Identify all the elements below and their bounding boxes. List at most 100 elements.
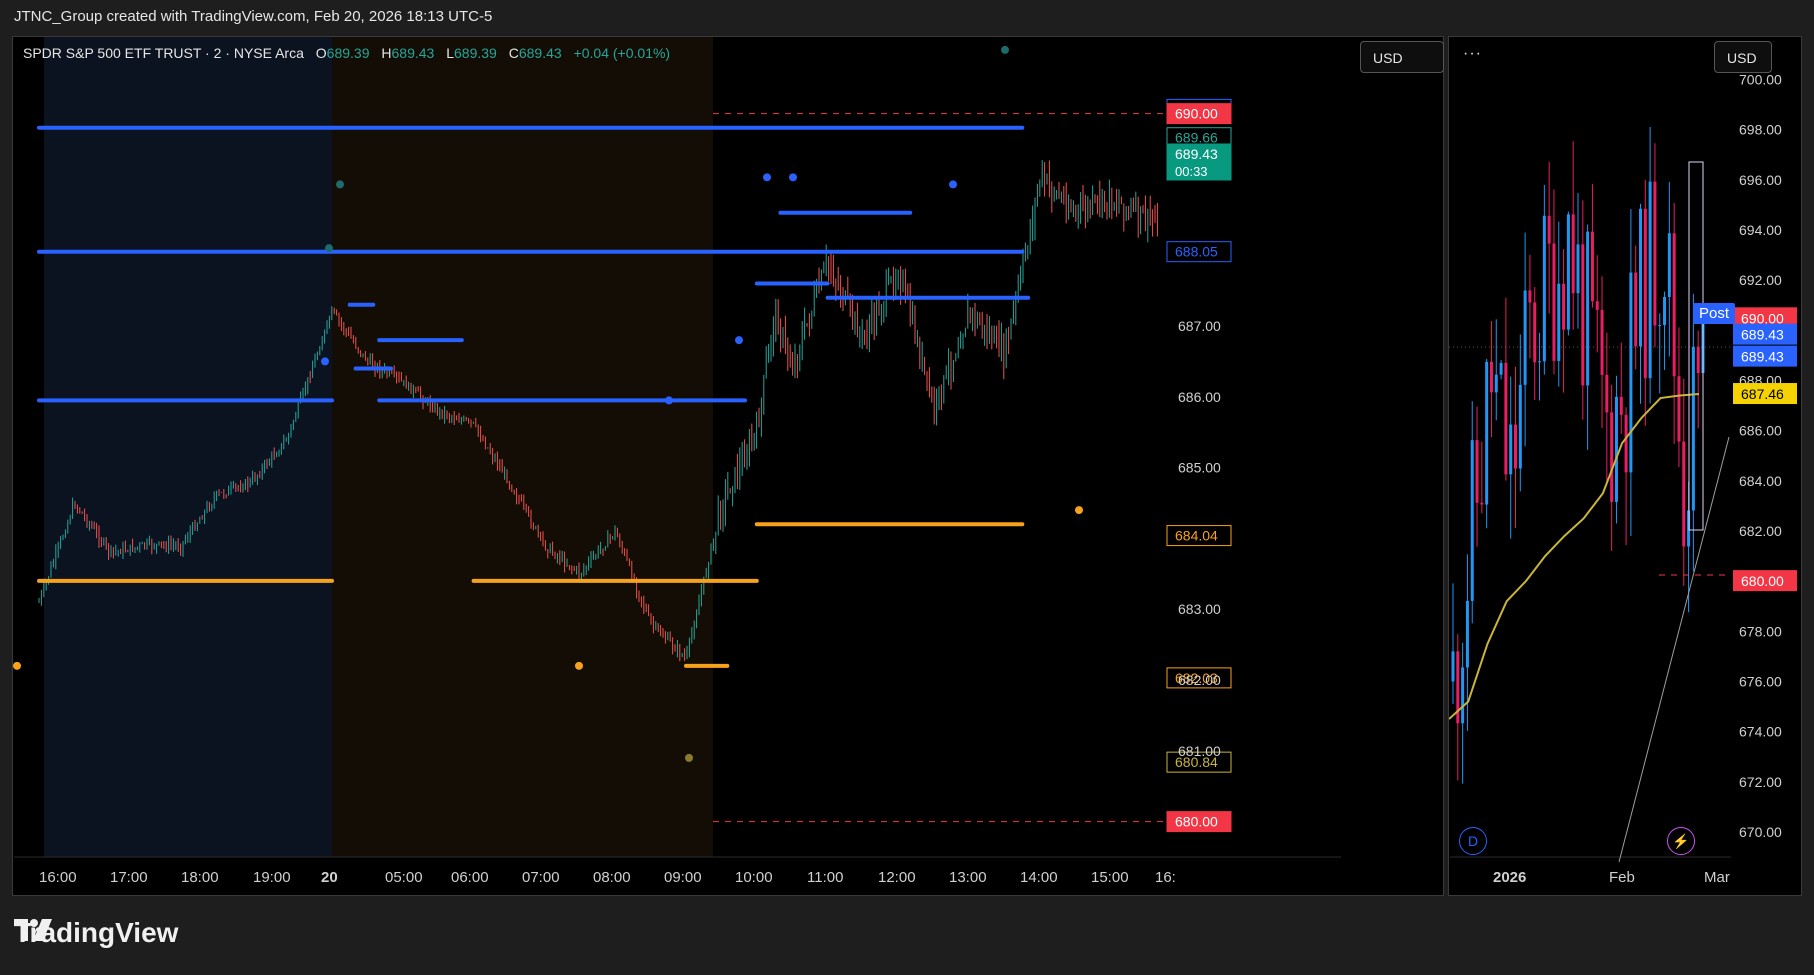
dividend-badge[interactable]: D	[1459, 827, 1487, 855]
y-tick-label: 686.00	[1739, 423, 1782, 439]
close-value: 689.43	[518, 45, 562, 61]
daily-candle-body	[1667, 233, 1671, 297]
daily-candle-body	[1461, 667, 1465, 724]
daily-candle-body	[1677, 376, 1681, 442]
daily-candle-body	[1576, 244, 1580, 294]
daily-candle-body	[1663, 296, 1667, 325]
low-value: 689.39	[454, 45, 497, 61]
x-tick-label: 07:00	[522, 869, 560, 886]
intraday-chart-panel[interactable]: 690.06690.00689.66689.4300:33688.05684.0…	[12, 36, 1444, 896]
y-tick-label: 696.00	[1739, 172, 1782, 188]
high-value: 689.43	[391, 45, 435, 61]
pre-market-session-bg	[332, 37, 713, 857]
price-label-box[interactable]: 680.00	[1733, 570, 1797, 592]
daily-candle-body	[1648, 181, 1652, 379]
y-tick-label: 682.00	[1739, 523, 1782, 539]
daily-candle-body	[1562, 283, 1566, 330]
price-level-box[interactable]: 690.00	[1166, 103, 1232, 125]
trend-line[interactable]	[1618, 436, 1730, 863]
post-market-tag: Post	[1693, 303, 1736, 324]
indicator-dot	[665, 396, 673, 405]
daily-candle-body	[1470, 440, 1474, 601]
y-tick-label: 687.00	[1178, 318, 1221, 334]
flash-badge[interactable]: ⚡	[1667, 827, 1695, 855]
daily-candle-body	[1639, 208, 1642, 347]
indicator-dot	[1001, 45, 1009, 54]
x-tick-label: 08:00	[593, 869, 631, 886]
daily-candle-body	[1480, 502, 1484, 505]
range-box[interactable]	[1688, 161, 1704, 531]
indicator-dot	[763, 173, 771, 182]
chart-caption: JTNC_Group created with TradingView.com,…	[14, 8, 493, 25]
daily-candle-body	[1691, 346, 1695, 511]
daily-candle-body	[1614, 396, 1618, 502]
price-label-box[interactable]: 689.43	[1733, 345, 1797, 367]
daily-candle-body	[1465, 600, 1469, 668]
price-level-box[interactable]: 684.04	[1166, 525, 1232, 547]
price-level-box[interactable]: 680.00	[1166, 811, 1232, 833]
daily-candle-body	[1504, 362, 1508, 475]
daily-candle-body	[1489, 361, 1493, 393]
y-tick-label: 674.00	[1739, 724, 1782, 740]
daily-candle-body	[1610, 412, 1614, 502]
x-tick-label: 14:00	[1020, 869, 1058, 886]
y-tick-label: 684.00	[1739, 473, 1782, 489]
price-label-box[interactable]: 687.46	[1733, 383, 1797, 405]
daily-candle-body	[1590, 231, 1594, 302]
daily-candle-body	[1586, 231, 1590, 386]
daily-chart-panel[interactable]: 700.00 698.00 696.00 694.00 692.00 688.00 686.…	[1448, 36, 1802, 896]
x-tick-label: 05:00	[385, 869, 423, 886]
daily-candle-body	[1571, 214, 1575, 294]
daily-candle-body	[1514, 424, 1517, 469]
daily-candle-body	[1595, 301, 1599, 310]
daily-candle-body	[1696, 346, 1700, 373]
daily-candle-body	[1475, 440, 1479, 503]
daily-chart-svg[interactable]: 700.00698.00696.00694.00692.00688.00686.…	[1449, 37, 1801, 895]
indicator-dot	[336, 180, 344, 189]
daily-candle-body	[1629, 272, 1633, 473]
daily-candle-body	[1581, 244, 1585, 386]
y-tick-label: 682.00	[1178, 672, 1221, 688]
symbol-legend: SPDR S&P 500 ETF TRUST · 2 · NYSE Arca O…	[23, 45, 670, 61]
daily-candle-body	[1533, 302, 1537, 363]
tradingview-logo-icon	[14, 919, 52, 941]
post-market-session-bg	[44, 37, 332, 857]
y-tick-label: 686.00	[1178, 389, 1221, 405]
y-tick-label: 681.00	[1178, 743, 1221, 759]
price-level-label: 690.00	[1175, 106, 1218, 122]
daily-candle-body	[1523, 290, 1527, 385]
daily-candle-body	[1658, 324, 1662, 326]
daily-candle-body	[1451, 651, 1455, 682]
symbol-name: SPDR S&P 500 ETF TRUST · 2 · NYSE Arca	[23, 45, 304, 61]
indicator-dot	[325, 244, 333, 253]
price-label-box[interactable]: 689.43	[1733, 323, 1797, 345]
daily-candle-body	[1619, 396, 1623, 415]
open-label: O	[315, 45, 327, 61]
daily-candle-body	[1494, 374, 1498, 393]
y-tick-label: 670.00	[1739, 824, 1782, 840]
intraday-chart-svg[interactable]: 690.06690.00689.66689.4300:33688.05684.0…	[13, 37, 1443, 895]
y-tick-label: 692.00	[1739, 272, 1782, 288]
x-tick-label: Feb	[1609, 869, 1635, 886]
indicator-dot	[789, 173, 797, 182]
panel-menu-button[interactable]: ···	[1463, 45, 1482, 63]
x-tick-label: 06:00	[451, 869, 489, 886]
y-tick-label: 683.00	[1178, 601, 1221, 617]
daily-candle-body	[1566, 214, 1570, 330]
tradingview-brand[interactable]: TradingView	[14, 917, 178, 949]
y-tick-label: 678.00	[1739, 623, 1782, 639]
x-tick-label: 13:00	[949, 869, 987, 886]
currency-button[interactable]: USD	[1714, 41, 1772, 73]
currency-button[interactable]: USD	[1360, 41, 1444, 73]
price-label: 689.43	[1741, 327, 1784, 343]
x-tick-label: 17:00	[110, 869, 148, 886]
low-label: L	[446, 45, 455, 61]
price-level-box[interactable]: 688.05	[1166, 241, 1232, 263]
x-tick-label: 20	[321, 869, 338, 886]
price-level-box[interactable]: 689.43 00:33	[1166, 143, 1232, 181]
daily-candle-body	[1547, 215, 1551, 244]
change-value: +0.04 (+0.01%)	[573, 45, 671, 61]
daily-candle-body	[1518, 384, 1522, 469]
x-tick-label: 15:00	[1091, 869, 1129, 886]
daily-candle-body	[1485, 361, 1489, 505]
